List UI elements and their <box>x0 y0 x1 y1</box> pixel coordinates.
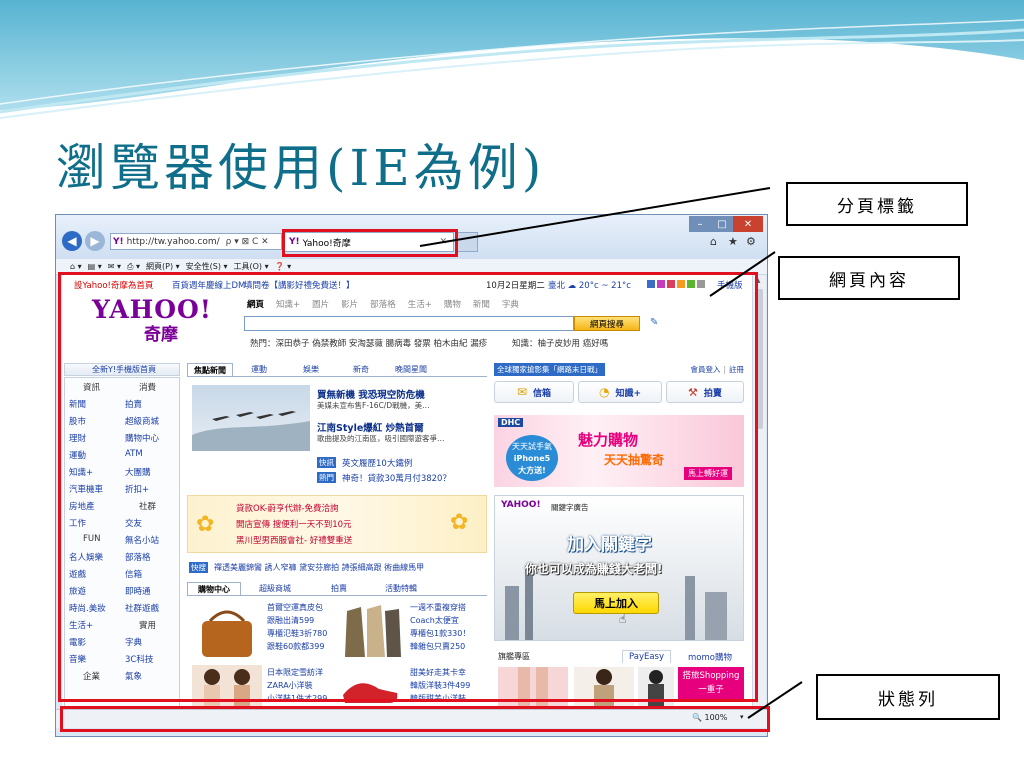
slide-title: 瀏覽器使用(IE為例) <box>56 139 546 197</box>
menu-safety[interactable]: 安全性(S) ▾ <box>186 261 228 272</box>
print-icon[interactable]: ⎙ ▾ <box>127 262 140 272</box>
new-tab-button[interactable] <box>456 232 478 252</box>
yahoo-favicon: Y! <box>113 236 124 247</box>
menu-tools[interactable]: 工具(O) ▾ <box>234 261 269 272</box>
callout-tab-label: 分頁標籤 <box>786 182 968 226</box>
callout-content-label: 網頁內容 <box>778 256 960 300</box>
address-bar[interactable]: Y! http://tw.yahoo.com/ ρ ▾ ⊠ C ✕ <box>110 233 282 250</box>
mail-icon[interactable]: ✉ ▾ <box>108 262 121 271</box>
highlight-tab <box>282 229 458 257</box>
address-url: http://tw.yahoo.com/ <box>126 236 220 247</box>
menu-page[interactable]: 網頁(P) ▾ <box>146 261 180 272</box>
maximize-button[interactable]: □ <box>711 216 733 232</box>
feeds-icon[interactable]: ▤ ▾ <box>88 262 102 271</box>
back-button[interactable]: ◀ <box>62 231 82 251</box>
home-icon[interactable]: ⌂ <box>710 235 717 248</box>
minimize-button[interactable]: – <box>689 216 711 232</box>
highlight-statusbar <box>60 706 770 732</box>
header-waves <box>0 0 1024 119</box>
home-small-icon[interactable]: ⌂ ▾ <box>70 262 82 271</box>
favorites-icon[interactable]: ★ <box>728 235 738 248</box>
callout-status-label: 狀態列 <box>816 674 1000 720</box>
forward-button[interactable]: ▶ <box>85 231 105 251</box>
address-actions: ρ ▾ ⊠ C ✕ <box>225 236 269 247</box>
close-button[interactable]: ✕ <box>733 216 763 232</box>
highlight-content <box>58 272 758 702</box>
gear-icon[interactable]: ⚙ <box>746 235 756 248</box>
menu-help[interactable]: ❓ ▾ <box>275 262 292 271</box>
